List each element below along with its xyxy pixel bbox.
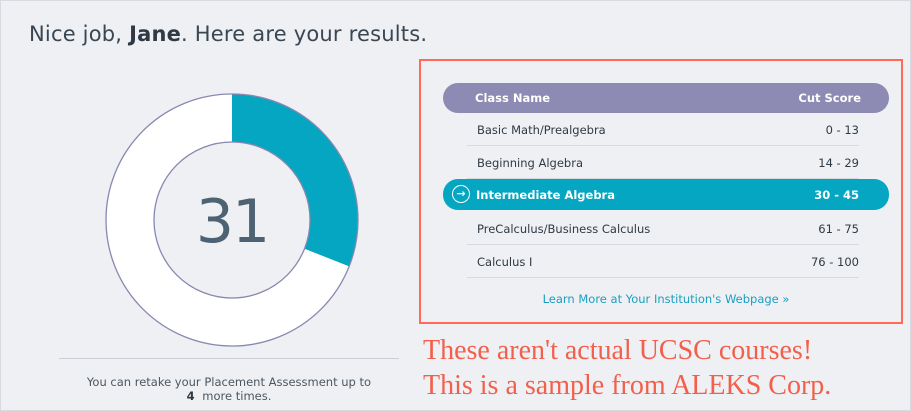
score-donut-chart: 31: [105, 93, 359, 347]
table-row: Calculus I 76 - 100: [467, 245, 859, 278]
header-class-name: Class Name: [475, 91, 551, 105]
results-panel: Nice job, Jane. Here are your results. 3…: [0, 0, 911, 411]
class-name: Calculus I: [477, 255, 533, 269]
learn-more-link[interactable]: Learn More at Your Institution's Webpage…: [443, 292, 889, 306]
table-row: Basic Math/Prealgebra 0 - 13: [467, 113, 859, 146]
class-name: Intermediate Algebra: [476, 188, 615, 202]
retake-note: You can retake your Placement Assessment…: [59, 375, 399, 403]
retake-more-times: more times.: [202, 389, 272, 403]
cut-score: 61 - 75: [818, 222, 859, 236]
annotation-line2: This is a sample from ALEKS Corp.: [423, 370, 832, 401]
table-row: Beginning Algebra 14 - 29: [467, 146, 859, 179]
greeting-suffix: . Here are your results.: [181, 22, 428, 46]
cut-score: 14 - 29: [818, 156, 859, 170]
class-name: Basic Math/Prealgebra: [477, 123, 606, 137]
table-row: PreCalculus/Business Calculus 61 - 75: [467, 212, 859, 245]
user-name: Jane: [129, 22, 182, 46]
cut-score: 0 - 13: [825, 123, 859, 137]
cut-score: 30 - 45: [814, 188, 859, 202]
greeting-prefix: Nice job,: [29, 22, 130, 46]
class-name: Beginning Algebra: [477, 156, 583, 170]
arrow-right-circle-icon: →: [452, 185, 470, 203]
retake-line2: 4 more times.: [59, 389, 399, 403]
annotation-line1: These aren't actual UCSC courses!: [423, 335, 813, 366]
retake-count: 4: [186, 389, 195, 403]
page-title: Nice job, Jane. Here are your results.: [29, 22, 427, 46]
score-value: 31: [196, 187, 268, 257]
class-name: PreCalculus/Business Calculus: [477, 222, 651, 236]
divider: [59, 358, 399, 359]
table-row-placed: → Intermediate Algebra 30 - 45: [443, 179, 889, 210]
table-header: Class Name Cut Score: [443, 83, 889, 113]
retake-line1: You can retake your Placement Assessment…: [86, 375, 372, 389]
cut-score: 76 - 100: [810, 255, 859, 269]
header-cut-score: Cut Score: [798, 91, 861, 105]
